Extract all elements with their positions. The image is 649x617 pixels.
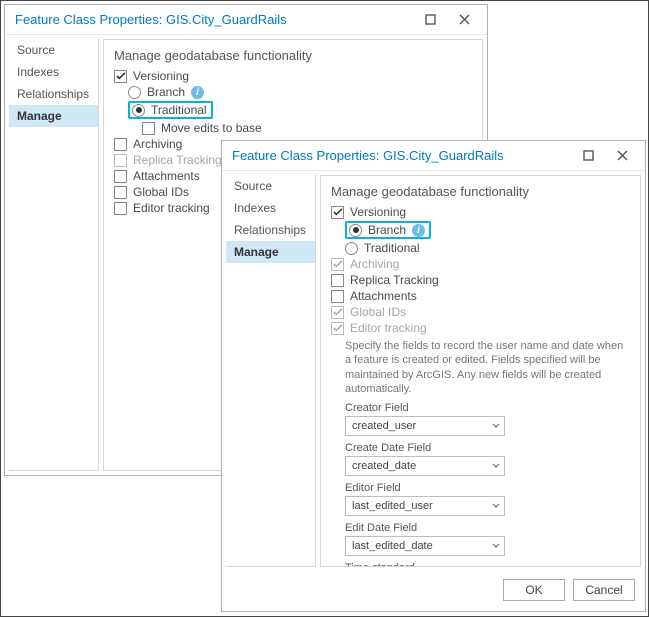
sidebar: Source Indexes Relationships Manage — [226, 175, 316, 567]
edit-date-combo[interactable]: last_edited_date — [345, 536, 505, 556]
window-title: Feature Class Properties: GIS.City_Guard… — [232, 148, 571, 163]
edit-date-value: last_edited_date — [352, 540, 433, 552]
editortracking-label: Editor tracking — [133, 201, 210, 215]
traditional-highlight: Traditional — [128, 101, 213, 119]
sidebar-item-indexes[interactable]: Indexes — [226, 197, 315, 219]
window-title: Feature Class Properties: GIS.City_Guard… — [15, 12, 413, 27]
sidebar: Source Indexes Relationships Manage — [9, 39, 99, 471]
branch-radio[interactable] — [349, 224, 362, 237]
archiving-checkbox — [331, 258, 344, 271]
versioning-checkbox[interactable] — [114, 70, 127, 83]
branch-highlight: Branch i — [345, 221, 431, 239]
versioning-label: Versioning — [350, 205, 406, 219]
creator-field-combo[interactable]: created_user — [345, 416, 505, 436]
edit-date-label: Edit Date Field — [345, 522, 630, 534]
editor-tracking-description: Specify the fields to record the user na… — [345, 339, 630, 396]
panel-heading: Manage geodatabase functionality — [114, 48, 472, 63]
move-edits-label: Move edits to base — [161, 121, 262, 135]
close-button[interactable] — [447, 8, 481, 32]
move-edits-checkbox[interactable] — [142, 122, 155, 135]
attachments-label: Attachments — [133, 169, 200, 183]
archiving-label: Archiving — [350, 257, 399, 271]
traditional-label: Traditional — [364, 241, 420, 255]
sidebar-item-relationships[interactable]: Relationships — [226, 219, 315, 241]
editortracking-checkbox[interactable] — [114, 202, 127, 215]
versioning-checkbox[interactable] — [331, 206, 344, 219]
sidebar-item-relationships[interactable]: Relationships — [9, 83, 98, 105]
sidebar-item-source[interactable]: Source — [9, 39, 98, 61]
archiving-checkbox[interactable] — [114, 138, 127, 151]
info-icon[interactable]: i — [412, 224, 425, 237]
chevron-down-icon — [492, 503, 500, 509]
globalids-label: Global IDs — [350, 305, 406, 319]
dialog-branch: Feature Class Properties: GIS.City_Guard… — [221, 140, 646, 612]
info-icon[interactable]: i — [191, 86, 204, 99]
replica-label: Replica Tracking — [350, 273, 439, 287]
sidebar-item-manage[interactable]: Manage — [9, 105, 98, 127]
editor-field-combo[interactable]: last_edited_user — [345, 496, 505, 516]
traditional-radio[interactable] — [345, 242, 358, 255]
titlebar: Feature Class Properties: GIS.City_Guard… — [222, 141, 645, 171]
branch-radio[interactable] — [128, 86, 141, 99]
archiving-label: Archiving — [133, 137, 182, 151]
replica-label: Replica Tracking — [133, 153, 222, 167]
attachments-label: Attachments — [350, 289, 417, 303]
editor-field-label: Editor Field — [345, 482, 630, 494]
close-button[interactable] — [605, 144, 639, 168]
create-date-combo[interactable]: created_date — [345, 456, 505, 476]
sidebar-item-indexes[interactable]: Indexes — [9, 61, 98, 83]
attachments-checkbox[interactable] — [114, 170, 127, 183]
dialog-footer: OK Cancel — [222, 571, 645, 611]
branch-label: Branch — [147, 85, 185, 99]
maximize-button[interactable] — [413, 8, 447, 32]
editor-field-value: last_edited_user — [352, 500, 433, 512]
creator-field-label: Creator Field — [345, 402, 630, 414]
globalids-checkbox — [331, 306, 344, 319]
sidebar-item-source[interactable]: Source — [226, 175, 315, 197]
cancel-button[interactable]: Cancel — [573, 579, 635, 601]
replica-checkbox[interactable] — [331, 274, 344, 287]
attachments-checkbox[interactable] — [331, 290, 344, 303]
globalids-checkbox[interactable] — [114, 186, 127, 199]
ok-button[interactable]: OK — [503, 579, 565, 601]
panel-heading: Manage geodatabase functionality — [331, 184, 630, 199]
versioning-label: Versioning — [133, 69, 189, 83]
chevron-down-icon — [492, 463, 500, 469]
creator-field-value: created_user — [352, 420, 416, 432]
sidebar-item-manage[interactable]: Manage — [226, 241, 315, 263]
traditional-radio[interactable] — [132, 104, 145, 117]
chevron-down-icon — [492, 423, 500, 429]
replica-checkbox — [114, 154, 127, 167]
titlebar: Feature Class Properties: GIS.City_Guard… — [5, 5, 487, 35]
chevron-down-icon — [492, 543, 500, 549]
branch-label: Branch — [368, 223, 406, 237]
create-date-value: created_date — [352, 460, 416, 472]
traditional-label: Traditional — [151, 103, 207, 117]
editortracking-checkbox — [331, 322, 344, 335]
editortracking-label: Editor tracking — [350, 321, 427, 335]
manage-panel: Manage geodatabase functionality Version… — [320, 175, 641, 567]
globalids-label: Global IDs — [133, 185, 189, 199]
create-date-label: Create Date Field — [345, 442, 630, 454]
time-standard-label: Time standard — [345, 562, 630, 567]
maximize-button[interactable] — [571, 144, 605, 168]
